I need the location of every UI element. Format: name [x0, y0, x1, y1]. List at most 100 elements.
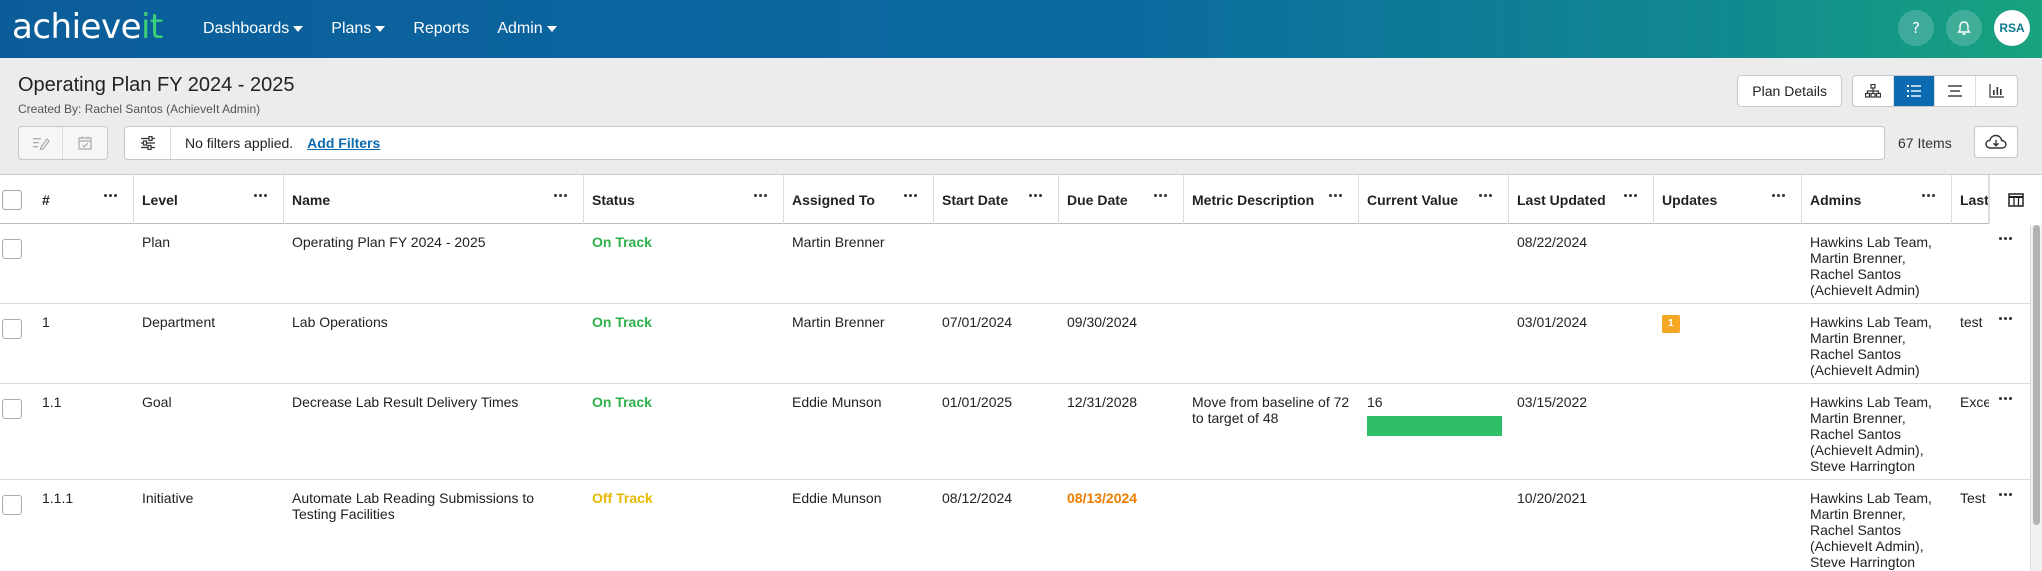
cell-level: Department [142, 314, 216, 330]
row-actions-icon[interactable] [1999, 317, 2014, 320]
column-header-name[interactable]: Name [284, 175, 584, 224]
column-header-admins[interactable]: Admins [1802, 175, 1952, 224]
cell-status[interactable]: Off Track [584, 481, 784, 506]
row-checkbox[interactable] [2, 399, 22, 419]
table-row[interactable]: 1 Department Lab Operations On Track Mar… [0, 305, 2042, 384]
row-actions-icon[interactable] [1999, 397, 2014, 400]
cell-metric-description [1184, 225, 1359, 234]
column-header-number[interactable]: # [34, 175, 134, 224]
notifications-button[interactable] [1946, 10, 1982, 46]
download-button[interactable] [1974, 126, 2018, 158]
nav-reports[interactable]: Reports [413, 20, 469, 38]
outline-view-button[interactable] [1935, 76, 1976, 106]
column-menu-icon[interactable] [1772, 194, 1787, 197]
cell-status[interactable]: On Track [584, 305, 784, 330]
add-filters-link[interactable]: Add Filters [307, 135, 380, 151]
column-menu-icon[interactable] [1154, 194, 1169, 197]
table-row[interactable]: 1.1 Goal Decrease Lab Result Delivery Ti… [0, 385, 2042, 480]
cloud-download-icon [1985, 134, 2007, 149]
table-header: # Level Name Status Assigned To Start Da… [0, 175, 2042, 224]
cell-name[interactable]: Automate Lab Reading Submissions to Test… [284, 481, 584, 522]
cell-metric-description: Move from baseline of 72 to target of 48 [1192, 394, 1350, 426]
column-menu-icon[interactable] [554, 194, 569, 197]
table-row[interactable]: Plan Operating Plan FY 2024 - 2025 On Tr… [0, 225, 2042, 304]
column-header-assigned-to[interactable]: Assigned To [784, 175, 934, 224]
column-header-last[interactable]: Last [1952, 175, 1989, 224]
filter-settings-button[interactable] [125, 127, 171, 159]
column-header-metric-description[interactable]: Metric Description [1184, 175, 1359, 224]
cell-level: Goal [142, 394, 172, 410]
cell-assigned-to: Eddie Munson [792, 394, 882, 410]
column-header-last-updated[interactable]: Last Updated [1509, 175, 1654, 224]
column-header-status[interactable]: Status [584, 175, 784, 224]
cell-last: Test [1960, 490, 1986, 506]
cell-updates [1654, 481, 1802, 490]
achieveit-logo[interactable]: achieveit [12, 7, 163, 47]
nav-dashboards[interactable]: Dashboards [203, 20, 304, 38]
question-icon: ? [1912, 20, 1920, 36]
cell-admins: Hawkins Lab Team, Martin Brenner, Rachel… [1810, 394, 1932, 474]
select-all-checkbox[interactable] [2, 190, 22, 210]
bulk-edit-button[interactable] [19, 127, 63, 159]
edit-list-icon [32, 138, 50, 150]
column-menu-icon[interactable] [904, 194, 919, 197]
column-menu-icon[interactable] [1329, 194, 1344, 197]
row-checkbox[interactable] [2, 319, 22, 339]
cell-last: test [1960, 314, 1983, 330]
plan-items-table: # Level Name Status Assigned To Start Da… [0, 174, 2042, 571]
column-header-current-value[interactable]: Current Value [1359, 175, 1509, 224]
row-actions-icon[interactable] [1999, 237, 2014, 240]
hierarchy-icon [1865, 84, 1881, 98]
row-actions-icon[interactable] [1999, 493, 2014, 496]
updates-count-badge[interactable]: 1 [1662, 315, 1680, 333]
cell-updates: 1 [1654, 305, 1802, 333]
cell-start-date: 08/12/2024 [942, 490, 1013, 506]
cell-status[interactable]: On Track [584, 225, 784, 250]
columns-icon [2008, 192, 2024, 207]
column-header-start-date[interactable]: Start Date [934, 175, 1059, 224]
column-menu-icon[interactable] [1624, 194, 1639, 197]
nav-admin[interactable]: Admin [497, 20, 557, 38]
list-view-button[interactable] [1894, 76, 1935, 106]
cell-last: Exce [1960, 394, 1989, 410]
vertical-scrollbar[interactable] [2030, 225, 2042, 571]
help-button[interactable]: ? [1898, 10, 1934, 46]
nav-plans[interactable]: Plans [331, 20, 386, 38]
cell-name[interactable]: Decrease Lab Result Delivery Times [284, 385, 584, 410]
cell-current-value [1359, 481, 1509, 490]
user-avatar[interactable]: RSA [1994, 10, 2030, 46]
column-menu-icon[interactable] [754, 194, 769, 197]
row-checkbox[interactable] [2, 239, 22, 259]
calendar-button[interactable] [63, 127, 107, 159]
column-menu-icon[interactable] [254, 194, 269, 197]
cell-metric-description [1184, 481, 1359, 490]
row-checkbox[interactable] [2, 495, 22, 515]
column-picker-button[interactable] [1989, 175, 2042, 224]
column-header-updates[interactable]: Updates [1654, 175, 1802, 224]
table-row[interactable]: 1.1.1 Initiative Automate Lab Reading Su… [0, 481, 2042, 571]
no-filters-text: No filters applied. [185, 135, 294, 151]
column-header-level[interactable]: Level [134, 175, 284, 224]
chart-view-button[interactable] [1976, 76, 2017, 106]
scrollbar-thumb[interactable] [2033, 225, 2040, 525]
hierarchy-view-button[interactable] [1853, 76, 1894, 106]
cell-name[interactable]: Operating Plan FY 2024 - 2025 [284, 225, 584, 250]
view-controls: Plan Details [1737, 75, 2018, 107]
column-menu-icon[interactable] [104, 194, 119, 197]
cell-number: 1 [42, 314, 50, 330]
cell-updates [1654, 385, 1802, 394]
column-menu-icon[interactable] [1922, 194, 1937, 197]
nav-right-actions: ? RSA [1886, 10, 2030, 46]
column-menu-icon[interactable] [1479, 194, 1494, 197]
cell-start-date: 07/01/2024 [942, 314, 1013, 330]
column-menu-icon[interactable] [1029, 194, 1044, 197]
cell-name[interactable]: Lab Operations [284, 305, 584, 330]
created-by-text: Created By: Rachel Santos (AchieveIt Adm… [18, 102, 261, 116]
item-count: 67 Items [1898, 135, 1952, 151]
cell-start-date [934, 225, 1059, 234]
cell-status[interactable]: On Track [584, 385, 784, 410]
cell-assigned-to: Martin Brenner [792, 234, 885, 250]
calendar-check-icon [78, 136, 92, 150]
column-header-due-date[interactable]: Due Date [1059, 175, 1184, 224]
plan-details-button[interactable]: Plan Details [1737, 75, 1842, 107]
